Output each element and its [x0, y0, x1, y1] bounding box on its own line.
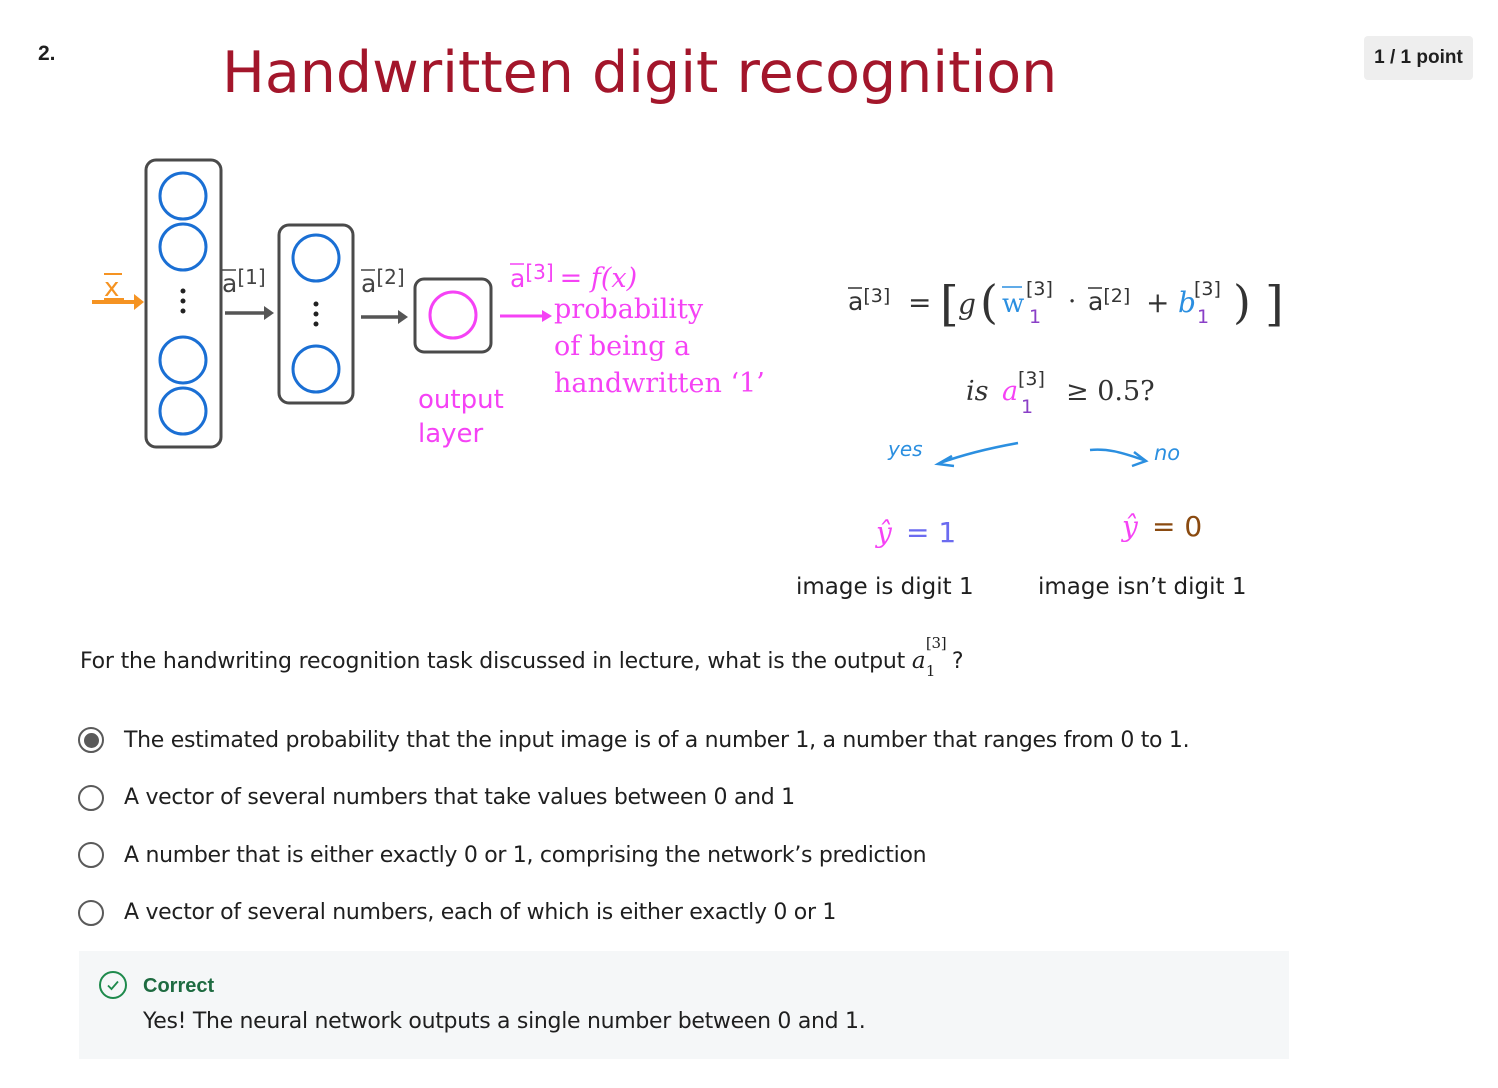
- yes-label: yes: [887, 437, 923, 461]
- question-math: a [3] 1: [911, 634, 952, 680]
- formula-w-sup: [3]: [1026, 278, 1053, 300]
- question-prompt: For the handwriting recognition task dis…: [80, 634, 964, 680]
- math-sup: [3]: [925, 634, 947, 652]
- neuron: [291, 233, 341, 283]
- yhat-0-symbol: ŷ: [1120, 510, 1139, 543]
- question-end: ?: [951, 649, 964, 674]
- threshold-a: a: [1002, 376, 1018, 407]
- ellipsis-dot: [180, 308, 186, 314]
- threshold-is: is: [966, 376, 989, 407]
- question-text: For the handwriting recognition task dis…: [80, 649, 906, 674]
- answer-options: The estimated probability that the input…: [78, 720, 1190, 950]
- feedback-title: Correct: [143, 975, 215, 997]
- neuron: [158, 171, 208, 221]
- feedback-text: Yes! The neural network outputs a single…: [143, 1009, 866, 1034]
- yhat-0-value: = 0: [1152, 510, 1202, 543]
- caption-is-digit-1: image is digit 1: [796, 574, 974, 600]
- output-neuron: [428, 290, 478, 340]
- ellipsis-dot: [313, 311, 319, 317]
- slide-diagram: Handwritten digit recognition x a[1] a[2…: [92, 40, 1284, 600]
- option-0[interactable]: The estimated probability that the input…: [78, 720, 1190, 760]
- feedback-box: Correct Yes! The neural network outputs …: [79, 951, 1289, 1059]
- threshold-sup: [3]: [1018, 368, 1045, 390]
- neuron: [291, 344, 341, 394]
- yhat-1-symbol: ŷ: [874, 516, 893, 549]
- radio-button[interactable]: [78, 784, 104, 811]
- yes-arrow: [939, 441, 1019, 465]
- points-badge: 1 / 1 point: [1364, 36, 1473, 80]
- ellipsis-dot: [180, 298, 186, 304]
- radio-button-selected[interactable]: [78, 727, 104, 753]
- option-1[interactable]: A vector of several numbers that take va…: [78, 778, 1189, 818]
- math-var: a: [911, 648, 926, 674]
- slide-title: Handwritten digit recognition: [222, 40, 1057, 106]
- input-arrowhead: [134, 294, 144, 310]
- a2-arrowhead: [398, 310, 408, 324]
- neuron: [158, 335, 208, 385]
- formula-plus: +: [1146, 286, 1169, 319]
- ellipsis-dot: [313, 301, 319, 307]
- neuron: [158, 222, 208, 272]
- check-circle-icon: [99, 971, 127, 999]
- math-sub: 1: [925, 662, 936, 680]
- formula-w-sub: 1: [1029, 306, 1041, 328]
- yhat-1-value: = 1: [906, 516, 956, 549]
- formula-b-sub: 1: [1197, 306, 1209, 328]
- option-label: A vector of several numbers, each of whi…: [124, 900, 837, 925]
- option-label: The estimated probability that the input…: [124, 727, 1190, 753]
- formula-b-sup: [3]: [1194, 278, 1221, 300]
- ellipsis-dot: [180, 288, 186, 294]
- formula-g: g: [958, 288, 976, 321]
- a3-output-label: a[3] = f(x): [510, 260, 637, 294]
- option-label: A vector of several numbers that take va…: [124, 785, 795, 810]
- layer-1-box: [144, 158, 223, 449]
- output-layer-box: [413, 277, 493, 354]
- formula-close-paren: ): [1233, 275, 1251, 329]
- a1-arrowhead: [264, 306, 274, 320]
- question-number: 2.: [38, 42, 56, 65]
- probability-description: probability of being a handwritten ‘1’: [554, 294, 765, 399]
- formula-equals: =: [908, 286, 931, 319]
- option-label: A number that is either exactly 0 or 1, …: [124, 842, 927, 868]
- radio-button[interactable]: [78, 842, 104, 868]
- formula-open-paren: (: [980, 275, 998, 329]
- lecture-slide-image: Handwritten digit recognition x a[1] a[2…: [70, 20, 1330, 640]
- ellipsis-dot: [313, 321, 319, 327]
- option-2[interactable]: A number that is either exactly 0 or 1, …: [78, 835, 1189, 875]
- no-label: no: [1154, 441, 1180, 465]
- formula-close-bracket: ]: [1265, 276, 1284, 332]
- radio-button[interactable]: [78, 899, 104, 926]
- threshold-sub: 1: [1021, 396, 1033, 418]
- formula-w: w: [1002, 289, 1024, 319]
- formula-lhs: a[3]: [848, 285, 890, 316]
- formula-dot: ·: [1068, 287, 1076, 317]
- threshold-rest: ≥ 0.5?: [1066, 376, 1155, 407]
- neuron: [158, 386, 208, 436]
- formula-open-bracket: [: [940, 276, 959, 332]
- probability-arrowhead: [542, 310, 552, 322]
- caption-isnt-digit-1: image isn’t digit 1: [1038, 574, 1246, 600]
- output-layer-label: output layer: [418, 385, 512, 449]
- formula-a2: a[2]: [1088, 285, 1130, 316]
- option-3[interactable]: A vector of several numbers, each of whi…: [78, 893, 1189, 933]
